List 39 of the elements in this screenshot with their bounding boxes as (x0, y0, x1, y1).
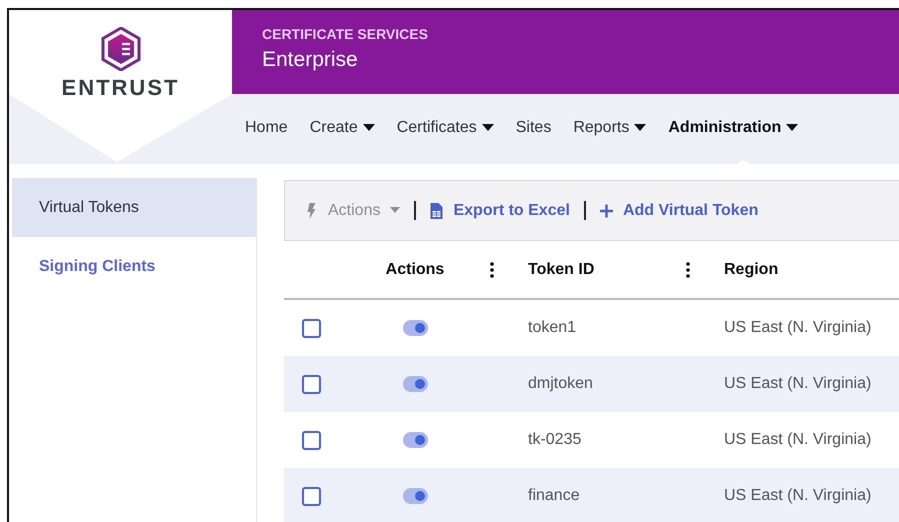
sidebar-item[interactable]: Virtual Tokens (12, 178, 256, 237)
row-checkbox[interactable] (302, 486, 321, 506)
logo-icon (100, 27, 140, 71)
table-cell: US East (N. Virginia) (724, 487, 872, 504)
caret-icon (390, 207, 400, 214)
nav-item[interactable]: Administration (668, 119, 798, 137)
spreadsheet-icon (430, 202, 444, 218)
lightning-icon (305, 202, 318, 218)
column-header[interactable]: Token ID (528, 260, 594, 278)
table-cell: token1 (528, 319, 576, 336)
column-menu-icon[interactable] (686, 262, 690, 278)
row-checkbox[interactable] (302, 318, 321, 338)
toggle-switch[interactable] (402, 376, 428, 392)
nav-item[interactable]: Sites (516, 119, 552, 137)
column-menu-icon[interactable] (490, 262, 494, 278)
table-cell: dmjtoken (528, 375, 593, 392)
table-cell: finance (528, 487, 580, 504)
nav-item[interactable]: Reports (573, 119, 646, 137)
column-header[interactable]: Region (724, 260, 778, 278)
add-link[interactable]: Add Virtual Token (600, 202, 758, 220)
table-cell: US East (N. Virginia) (724, 375, 872, 392)
toggle-switch[interactable] (402, 320, 428, 336)
nav-item[interactable]: Home (245, 119, 288, 137)
nav-item[interactable]: Create (310, 119, 375, 137)
product-name: Enterprise (262, 48, 359, 72)
export-link[interactable]: Export to Excel (430, 202, 570, 220)
column-header[interactable]: Actions (386, 260, 444, 278)
table-cell: tk-0235 (528, 431, 582, 448)
nav-item[interactable]: Certificates (396, 119, 494, 137)
table-cell: US East (N. Virginia) (724, 431, 872, 448)
logo-text: ENTRUST (62, 75, 180, 101)
sidebar-item[interactable]: Signing Clients (12, 237, 256, 296)
row-checkbox[interactable] (302, 374, 321, 394)
plus-icon (600, 202, 613, 218)
product-line: CERTIFICATE SERVICES (262, 26, 429, 42)
table-cell: US East (N. Virginia) (724, 319, 872, 336)
toggle-switch[interactable] (402, 432, 428, 448)
row-checkbox[interactable] (302, 430, 321, 450)
toggle-switch[interactable] (402, 488, 428, 504)
